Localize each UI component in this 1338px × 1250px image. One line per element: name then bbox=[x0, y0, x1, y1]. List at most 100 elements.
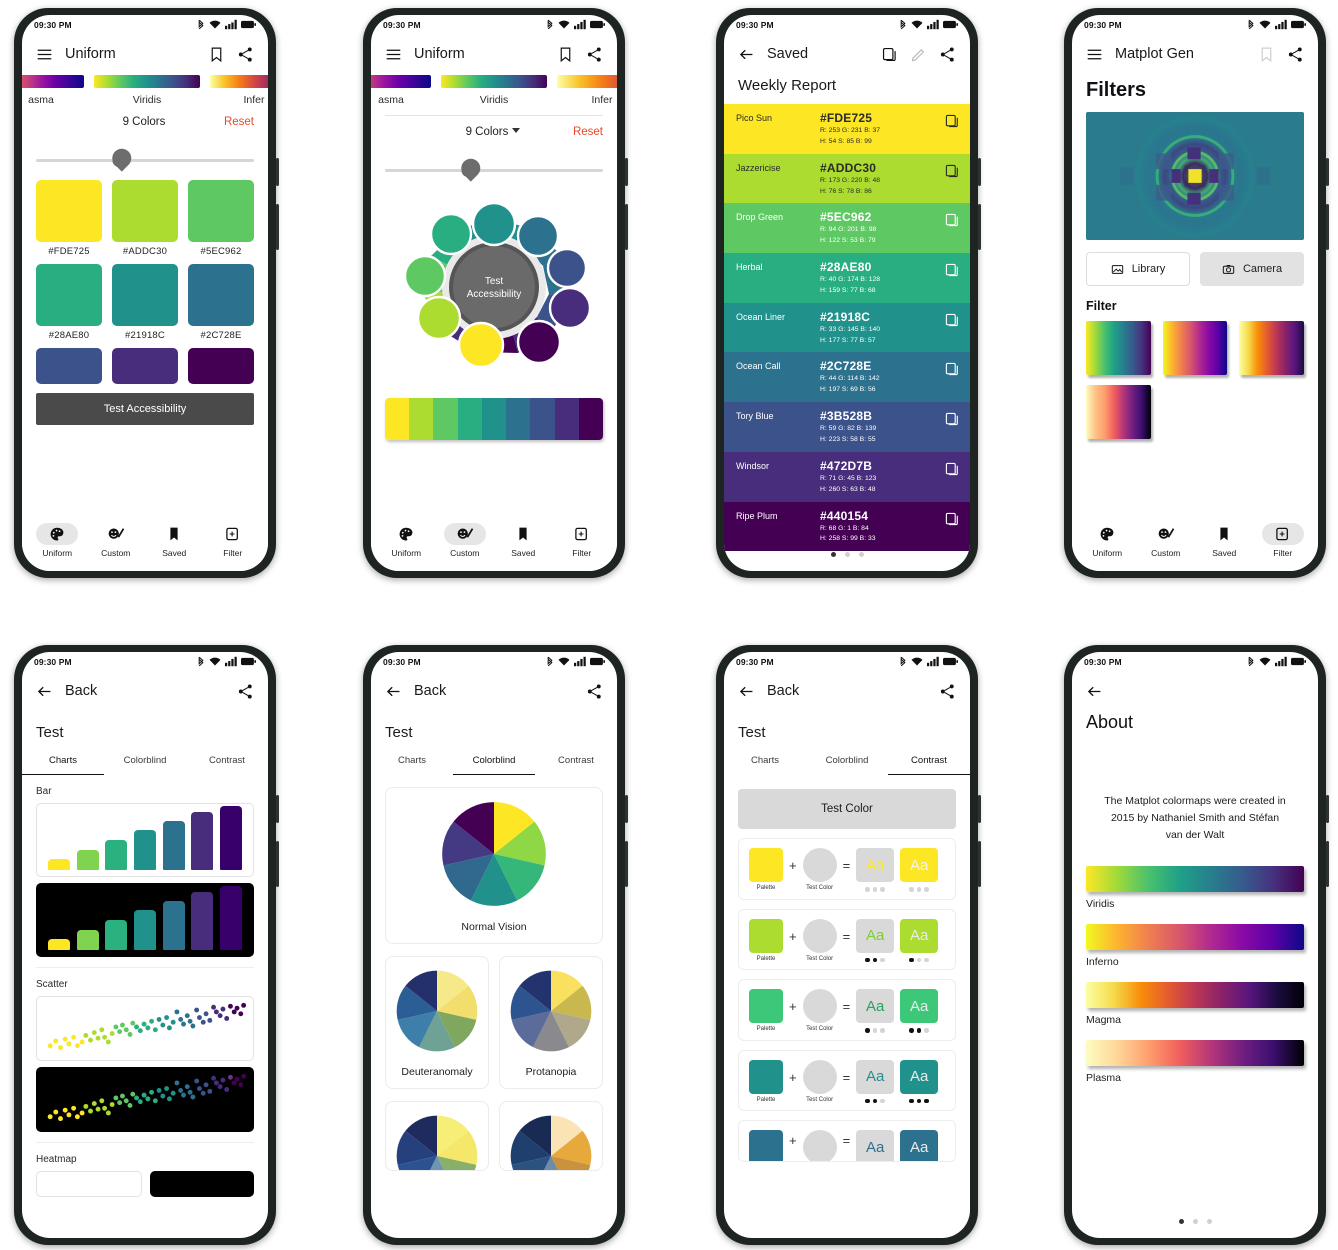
tab-contrast[interactable]: Contrast bbox=[888, 755, 970, 775]
phone-volume-button[interactable] bbox=[625, 841, 628, 887]
phone-side-button[interactable] bbox=[625, 795, 628, 823]
copy-icon[interactable] bbox=[944, 310, 960, 333]
test-color-swatch[interactable] bbox=[802, 1130, 837, 1161]
test-color-swatch[interactable]: Test Color bbox=[802, 989, 837, 1032]
phone-volume-button[interactable] bbox=[978, 841, 981, 887]
back-arrow-icon[interactable] bbox=[385, 683, 402, 700]
test-color-button[interactable]: Test Color bbox=[738, 789, 956, 829]
filter-thumb-magma[interactable] bbox=[1086, 385, 1151, 439]
tab-colorblind[interactable]: Colorblind bbox=[104, 755, 186, 775]
swatch-cell[interactable] bbox=[188, 348, 254, 384]
copy-icon[interactable] bbox=[944, 409, 960, 432]
copy-icon[interactable] bbox=[944, 359, 960, 382]
copy-icon[interactable] bbox=[944, 260, 960, 283]
back-arrow-icon[interactable] bbox=[738, 683, 755, 700]
tab-charts[interactable]: Charts bbox=[371, 755, 453, 775]
filter-thumb-plasma[interactable] bbox=[1162, 321, 1228, 375]
palette-swatch[interactable]: Palette bbox=[749, 989, 783, 1032]
colormap-item-viridis[interactable]: Viridis bbox=[94, 75, 200, 106]
share-icon[interactable] bbox=[586, 46, 603, 63]
slider-knob[interactable] bbox=[112, 154, 126, 167]
share-icon[interactable] bbox=[1287, 46, 1304, 63]
share-icon[interactable] bbox=[939, 683, 956, 700]
tab-colorblind[interactable]: Colorblind bbox=[806, 755, 888, 775]
test-accessibility-button[interactable]: Test Accessibility bbox=[36, 393, 254, 425]
saved-row[interactable]: Windsor #472D7B R: 71 G: 45 B: 123 H: 260 … bbox=[724, 451, 970, 502]
phone-side-button[interactable] bbox=[1326, 795, 1329, 823]
phone-side-button[interactable] bbox=[978, 158, 981, 186]
swatch-cell[interactable]: #21918C bbox=[112, 264, 178, 341]
back-arrow-icon[interactable] bbox=[36, 683, 53, 700]
saved-row[interactable]: Ripe Plum #440154 R: 68 G: 1 B: 84 H: 258 … bbox=[724, 501, 970, 552]
filter-thumb-inferno[interactable] bbox=[1239, 321, 1304, 375]
library-button[interactable]: Library bbox=[1086, 252, 1190, 286]
tab-contrast[interactable]: Contrast bbox=[535, 755, 617, 775]
tab-colorblind[interactable]: Colorblind bbox=[453, 755, 535, 775]
saved-row[interactable]: Ocean Call #2C728E R: 44 G: 114 B: 142 H: … bbox=[724, 352, 970, 403]
slider-knob[interactable] bbox=[461, 164, 475, 177]
copy-icon[interactable] bbox=[944, 161, 960, 184]
swatch-cell[interactable]: #5EC962 bbox=[188, 180, 254, 257]
tab-charts[interactable]: Charts bbox=[724, 755, 806, 775]
saved-row[interactable]: Drop Green #5EC962 R: 94 G: 201 B: 98 H: 1… bbox=[724, 203, 970, 254]
swatch-cell[interactable]: #ADDC30 bbox=[112, 180, 178, 257]
tab-charts[interactable]: Charts bbox=[22, 755, 104, 775]
nav-item-custom[interactable]: Custom bbox=[436, 522, 494, 558]
phone-side-button[interactable] bbox=[625, 158, 628, 186]
colormap-item-plasma[interactable]: asma bbox=[22, 75, 84, 106]
page-dot[interactable] bbox=[830, 552, 836, 557]
palette-swatch[interactable]: Palette bbox=[749, 848, 783, 891]
nav-item-custom[interactable]: Custom bbox=[1137, 523, 1195, 558]
phone-side-button[interactable] bbox=[276, 158, 279, 186]
swatch-cell[interactable]: #28AE80 bbox=[36, 264, 102, 341]
image-preview[interactable] bbox=[1086, 112, 1304, 240]
bookmark-icon[interactable] bbox=[1258, 46, 1275, 63]
swatch-cell[interactable]: #FDE725 bbox=[36, 180, 102, 257]
ramp-viridis[interactable] bbox=[1086, 866, 1304, 892]
colormap-item-viridis[interactable]: Viridis bbox=[441, 75, 547, 106]
copy-icon[interactable] bbox=[944, 111, 960, 134]
menu-icon[interactable] bbox=[36, 46, 53, 63]
share-icon[interactable] bbox=[237, 46, 254, 63]
test-color-swatch[interactable]: Test Color bbox=[802, 848, 837, 891]
colormap-carousel[interactable]: asma Viridis Infer bbox=[371, 75, 617, 106]
menu-icon[interactable] bbox=[1086, 46, 1103, 63]
reset-button[interactable]: Reset bbox=[573, 126, 603, 138]
nav-item-uniform[interactable]: Uniform bbox=[28, 522, 86, 558]
page-dot[interactable] bbox=[858, 552, 864, 557]
color-wheel[interactable]: Test Accessibility bbox=[371, 184, 617, 394]
palette-swatch[interactable]: Palette bbox=[749, 918, 783, 962]
copy-icon[interactable] bbox=[944, 459, 960, 482]
menu-icon[interactable] bbox=[385, 46, 402, 63]
phone-volume-button[interactable] bbox=[625, 204, 628, 250]
page-dot[interactable] bbox=[844, 552, 850, 557]
ramp-plasma[interactable] bbox=[1086, 1040, 1304, 1066]
nav-item-saved[interactable]: Saved bbox=[1195, 523, 1253, 558]
saved-row[interactable]: Ocean Liner #21918C R: 33 G: 145 B: 140 H:… bbox=[724, 302, 970, 353]
phone-volume-button[interactable] bbox=[1326, 204, 1329, 250]
colormap-item-plasma[interactable]: asma bbox=[371, 75, 431, 106]
nav-item-filter[interactable]: Filter bbox=[553, 523, 611, 558]
nav-item-filter[interactable]: Filter bbox=[1254, 522, 1312, 558]
colormap-item-inferno[interactable]: Infer bbox=[557, 75, 617, 106]
filter-thumb-viridis[interactable] bbox=[1086, 321, 1151, 375]
nav-item-saved[interactable]: Saved bbox=[145, 523, 203, 558]
saved-row[interactable]: Tory Blue #3B528B R: 59 G: 82 B: 139 H: 22… bbox=[724, 402, 970, 452]
bookmark-icon[interactable] bbox=[208, 46, 225, 63]
swatch-cell[interactable] bbox=[112, 348, 178, 384]
page-dot[interactable] bbox=[1206, 1219, 1212, 1224]
phone-volume-button[interactable] bbox=[1326, 841, 1329, 887]
swatch-cell[interactable]: #2C728E bbox=[188, 264, 254, 341]
colormap-item-inferno[interactable]: Infer bbox=[210, 75, 268, 106]
palette-swatch[interactable] bbox=[749, 1130, 783, 1161]
bookmark-icon[interactable] bbox=[557, 46, 574, 63]
phone-volume-button[interactable] bbox=[276, 841, 279, 887]
color-count-slider[interactable]: 9 bbox=[36, 142, 254, 172]
test-color-swatch[interactable]: Test Color bbox=[802, 918, 837, 962]
page-dot[interactable] bbox=[1192, 1219, 1198, 1224]
back-arrow-icon[interactable] bbox=[1086, 683, 1103, 700]
share-icon[interactable] bbox=[939, 46, 956, 63]
saved-row[interactable]: Jazzericise #ADDC30 R: 173 G: 220 B: 48 H:… bbox=[724, 153, 970, 204]
color-count-slider[interactable]: 9 bbox=[385, 152, 603, 182]
chevron-down-icon[interactable] bbox=[512, 128, 521, 133]
